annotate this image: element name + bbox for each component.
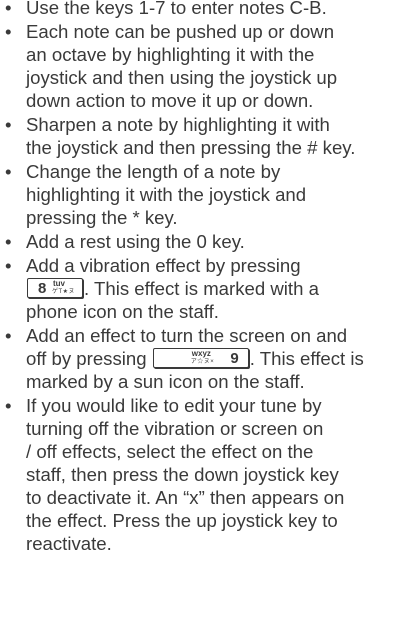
bullet-dot: • <box>5 161 12 182</box>
instruction-text: Use the keys 1-7 to enter notes C-B. <box>26 0 327 18</box>
list-item-vibration: • Add a vibration effect by pressing 8 t… <box>0 254 406 323</box>
key-9-kana: ア☆ヌ× <box>190 359 215 365</box>
list-item-note-length: • Change the length of a note by highlig… <box>0 160 406 229</box>
instruction-text: marked by a sun icon on the staff. <box>26 371 305 392</box>
bullet-dot: • <box>5 0 12 18</box>
manual-page: • Use the keys 1-7 to enter notes C-B. •… <box>0 0 406 631</box>
instruction-text: the effect. Press the up joystick key to <box>26 510 338 531</box>
bullet-dot: • <box>5 395 12 416</box>
instruction-text: If you would like to edit your tune by <box>26 395 322 416</box>
list-item-sharpen: • Sharpen a note by highlighting it with… <box>0 113 406 159</box>
instruction-text: turning off the vibration or screen on <box>26 418 324 439</box>
list-item-enter-notes: • Use the keys 1-7 to enter notes C-B. <box>0 0 406 19</box>
instruction-text: Add an effect to turn the screen on and <box>26 325 348 346</box>
bullet-dot: • <box>5 325 12 346</box>
key-8-kana: ゲT★ヌ <box>52 289 76 295</box>
bullet-dot: • <box>5 255 12 276</box>
list-item-edit-tune: • If you would like to edit your tune by… <box>0 394 406 555</box>
bullet-dot: • <box>5 114 12 135</box>
instruction-text: phone icon on the staff. <box>26 301 219 322</box>
instruction-list: • Use the keys 1-7 to enter notes C-B. •… <box>0 0 406 556</box>
list-item-rest: • Add a rest using the 0 key. <box>0 230 406 253</box>
instruction-text: Add a rest using the 0 key. <box>26 231 245 252</box>
key-8-number: 8 <box>38 280 47 297</box>
list-item-octave: • Each note can be pushed up or down an … <box>0 20 406 112</box>
instruction-text: . This effect is <box>249 348 364 369</box>
key-8-letters: tuv <box>53 279 65 288</box>
instruction-text: . This effect is marked with a <box>84 278 319 299</box>
instruction-text: Each note can be pushed up or down <box>26 21 335 42</box>
instruction-text: off by pressing <box>26 348 147 369</box>
bullet-dot: • <box>5 21 12 42</box>
instruction-text: down action to move it up or down. <box>26 90 314 111</box>
instruction-text: pressing the * key. <box>26 207 178 228</box>
instruction-text: Sharpen a note by highlighting it with <box>26 114 330 135</box>
key-9-letters: wxyz <box>191 349 211 358</box>
instruction-text: joystick and then using the joystick up <box>26 67 338 88</box>
instruction-text: the joystick and then pressing the # key… <box>26 137 356 158</box>
instruction-text: / off effects, select the effect on the <box>26 441 314 462</box>
key-8-icon: 8 tuv ゲT★ヌ <box>27 278 83 298</box>
instruction-text: to deactivate it. An “x” then appears on <box>26 487 345 508</box>
instruction-text: reactivate. <box>26 533 112 554</box>
key-9-number: 9 <box>230 350 239 367</box>
instruction-text: staff, then press the down joystick key <box>26 464 339 485</box>
instruction-text: Add a vibration effect by pressing <box>26 255 301 276</box>
instruction-text: an octave by highlighting it with the <box>26 44 315 65</box>
instruction-text: highlighting it with the joystick and <box>26 184 307 205</box>
list-item-screen-effect: • Add an effect to turn the screen on an… <box>0 324 406 393</box>
bullet-dot: • <box>5 231 12 252</box>
key-9-icon: wxyz ア☆ヌ× 9 <box>152 348 249 368</box>
instruction-text: Change the length of a note by <box>26 161 281 182</box>
